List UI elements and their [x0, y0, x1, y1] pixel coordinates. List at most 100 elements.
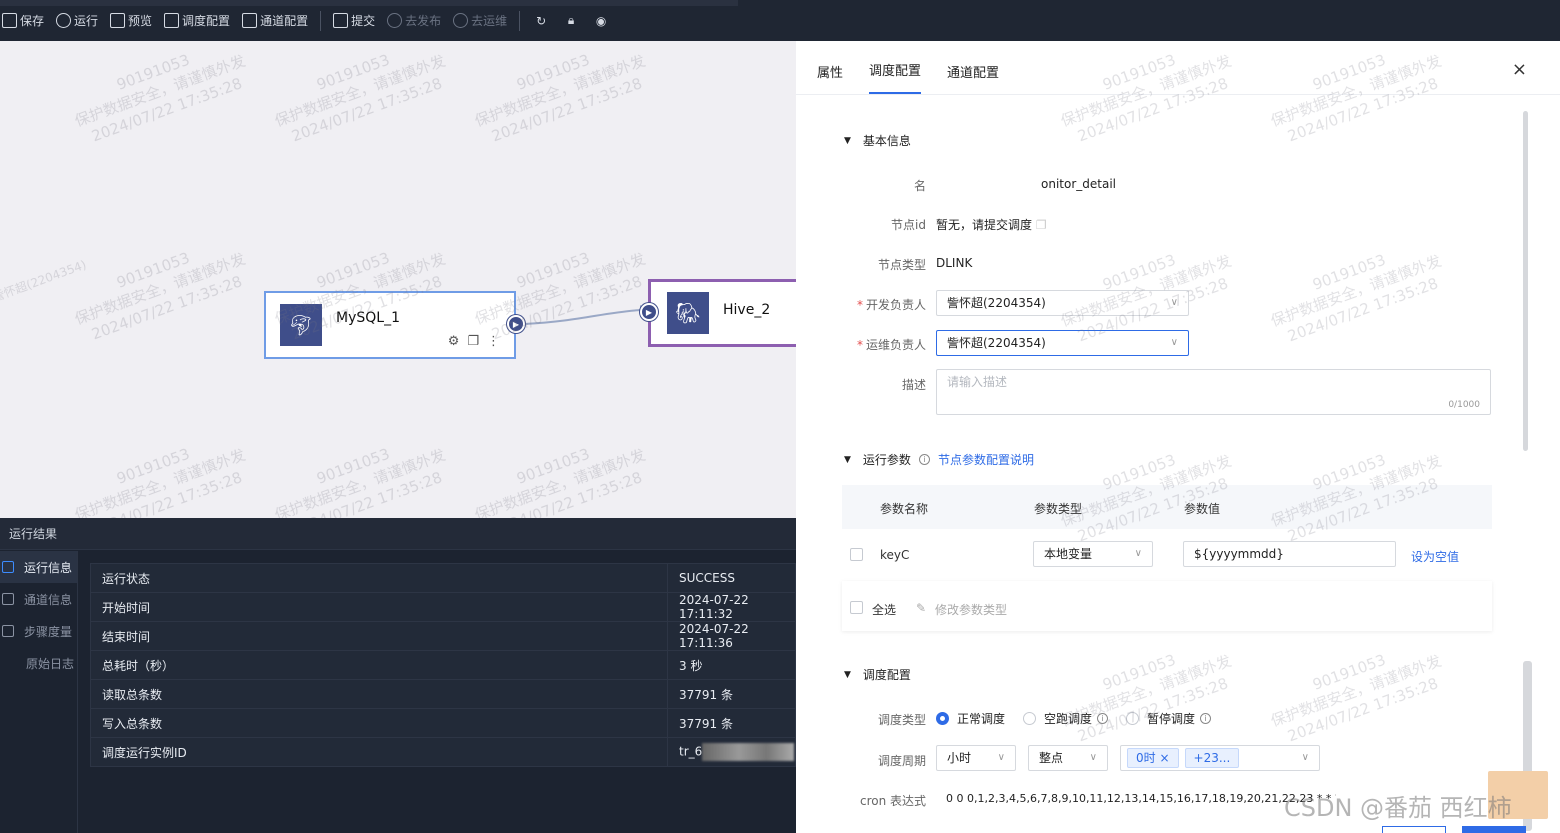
radio-pause[interactable] — [1126, 712, 1140, 725]
result-value: 3 秒 — [667, 650, 796, 680]
run-button[interactable]: 运行 — [50, 0, 104, 41]
preview-button[interactable]: 预览 — [104, 0, 158, 41]
sidebar-item-raw-log[interactable]: 原始日志 — [0, 647, 77, 679]
copy-icon[interactable]: ❐ — [1036, 218, 1047, 232]
param-type-select[interactable]: 本地变量 ∨ — [1033, 541, 1153, 567]
save-button[interactable]: 保存 — [0, 0, 50, 41]
node-id-value: 暂无，请提交调度 ❐ — [936, 216, 1047, 233]
ops-button[interactable]: 去运维 — [447, 0, 513, 41]
lightning-icon — [242, 13, 258, 28]
info-icon[interactable]: i — [1097, 713, 1109, 724]
param-type-value: 本地变量 — [1044, 547, 1093, 561]
gear-icon[interactable]: ⚙ — [448, 334, 460, 349]
tab-properties[interactable]: 属性 — [817, 40, 843, 94]
ruler-icon — [2, 625, 14, 637]
redacted-mosaic — [702, 743, 795, 761]
node-hive[interactable]: ▶ 🐘︎ Hive_2 — [640, 279, 796, 347]
dag-canvas[interactable]: 🐬︎ MySQL_1 ⚙ ❐ ⋮ ▶ ▶ 🐘︎ Hive_2 90191053 保… — [0, 41, 796, 518]
set-null-link[interactable]: 设为空值 — [1411, 548, 1459, 565]
schedule-config-button[interactable]: 调度配置 — [158, 0, 236, 41]
caret-down-icon: ▼ — [844, 135, 851, 146]
close-icon[interactable]: × — [1512, 59, 1527, 80]
section-basic-info[interactable]: ▼ 基本信息 — [844, 132, 911, 149]
radio-normal[interactable] — [936, 712, 949, 725]
result-key: 开始时间 — [90, 592, 668, 622]
info-icon — [2, 561, 14, 573]
section-title: 运行参数 — [862, 453, 911, 467]
tab-schedule-config[interactable]: 调度配置 — [869, 40, 922, 94]
desc-counter: 0/1000 — [1448, 400, 1480, 410]
section-title: 调度配置 — [862, 668, 911, 682]
more-vertical-icon[interactable]: ⋮ — [487, 334, 500, 349]
table-row: 开始时间 2024-07-22 17:11:32 — [90, 592, 796, 622]
node-label: MySQL_1 — [336, 310, 400, 326]
tab-channel-config[interactable]: 通道配置 — [947, 40, 999, 94]
location-pin-icon[interactable]: ◉ — [586, 0, 616, 41]
close-icon[interactable]: × — [1159, 751, 1169, 765]
refresh-icon[interactable]: ↻ — [526, 0, 556, 41]
result-key: 读取总条数 — [90, 679, 668, 709]
copy-icon[interactable]: ❐ — [467, 334, 479, 349]
cron-value: 0 0 0,1,2,3,4,5,6,7,8,9,10,11,12,13,14,1… — [946, 792, 1336, 805]
sidebar-item-channel-info[interactable]: 通道信息 — [0, 583, 77, 615]
radio-dry-run[interactable] — [1023, 712, 1037, 725]
cancel-button[interactable] — [1382, 826, 1446, 833]
ops-owner-value: 訾怀超(2204354) — [947, 336, 1046, 350]
channel-config-button[interactable]: 通道配置 — [236, 0, 314, 41]
lock-icon[interactable]: 🔒︎ — [556, 0, 586, 41]
more-tag: +23... — [1184, 748, 1240, 768]
scrollbar[interactable] — [1523, 111, 1528, 451]
radio-normal-label: 正常调度 — [957, 712, 1006, 726]
param-value-text: ${yyyymmdd} — [1194, 547, 1284, 561]
publish-button[interactable]: 去发布 — [381, 0, 447, 41]
dev-owner-select[interactable]: 訾怀超(2204354) ∨ — [936, 290, 1189, 316]
ops-label: 去运维 — [471, 14, 508, 28]
config-tabs: 属性 调度配置 通道配置 × — [796, 41, 1560, 95]
node-mysql[interactable]: 🐬︎ MySQL_1 ⚙ ❐ ⋮ ▶ — [264, 291, 525, 359]
ops-owner-select[interactable]: 訾怀超(2204354) ∨ — [936, 330, 1189, 356]
upload-icon — [333, 13, 349, 28]
cron-label: cron 表达式 — [859, 794, 926, 808]
result-value: 37791 条 — [667, 708, 796, 738]
modify-type-button[interactable]: 修改参数类型 — [935, 601, 1007, 618]
name-label: 名 — [913, 179, 926, 193]
point-value: 整点 — [1039, 751, 1064, 765]
cycle-select[interactable]: 小时 ∨ — [936, 745, 1016, 771]
table-row: keyC 本地变量 ∨ ${yyyymmdd} 设为空值 — [842, 535, 1492, 575]
submit-label: 提交 — [351, 14, 376, 28]
select-all-checkbox[interactable] — [850, 601, 863, 614]
info-icon[interactable]: i — [918, 454, 930, 465]
submit-button[interactable]: 提交 — [327, 0, 381, 41]
sidebar-item-step-metrics[interactable]: 步骤度量 — [0, 615, 77, 647]
section-schedule[interactable]: ▼ 调度配置 — [844, 666, 911, 683]
chevron-down-icon: ∨ — [1089, 752, 1097, 763]
param-value-input[interactable]: ${yyyymmdd} — [1183, 541, 1396, 567]
calendar-icon — [164, 13, 180, 28]
param-help-link[interactable]: 节点参数配置说明 — [938, 451, 1034, 468]
save-icon — [2, 13, 17, 28]
monitor-icon — [110, 13, 126, 28]
dolphin-icon: 🐬︎ — [280, 304, 322, 346]
node-actions: ⚙ ❐ ⋮ — [448, 334, 500, 349]
input-port[interactable]: ▶ — [640, 303, 658, 321]
desc-textarea[interactable]: 请输入描述 0/1000 — [936, 369, 1491, 415]
output-port[interactable]: ▶ — [507, 315, 525, 333]
sidebar-item-run-info[interactable]: 运行信息 — [0, 551, 77, 583]
hour-multiselect[interactable]: 0时 × +23... ∨ — [1120, 745, 1320, 771]
confirm-button[interactable] — [1462, 826, 1526, 833]
config-scroll-area[interactable]: ▼ 基本信息 名 onitor_detail 节点id 暂无，请提交调度 ❐ 节点… — [816, 107, 1519, 833]
publish-label: 去发布 — [405, 14, 442, 28]
result-key: 调度运行实例ID — [90, 737, 668, 767]
preview-label: 预览 — [128, 14, 153, 28]
save-label: 保存 — [20, 14, 45, 28]
caret-down-icon: ▼ — [844, 454, 851, 465]
cloud-upload-icon — [387, 13, 403, 28]
info-icon[interactable]: i — [1200, 713, 1212, 724]
section-run-params[interactable]: ▼ 运行参数 i 节点参数配置说明 — [844, 451, 1034, 468]
node-type-value: DLINK — [936, 256, 973, 270]
col-param-name: 参数名称 — [880, 502, 929, 516]
point-select[interactable]: 整点 ∨ — [1028, 745, 1108, 771]
row-checkbox[interactable] — [850, 548, 863, 561]
param-name: keyC — [880, 548, 910, 562]
select-all-label: 全选 — [872, 603, 897, 617]
